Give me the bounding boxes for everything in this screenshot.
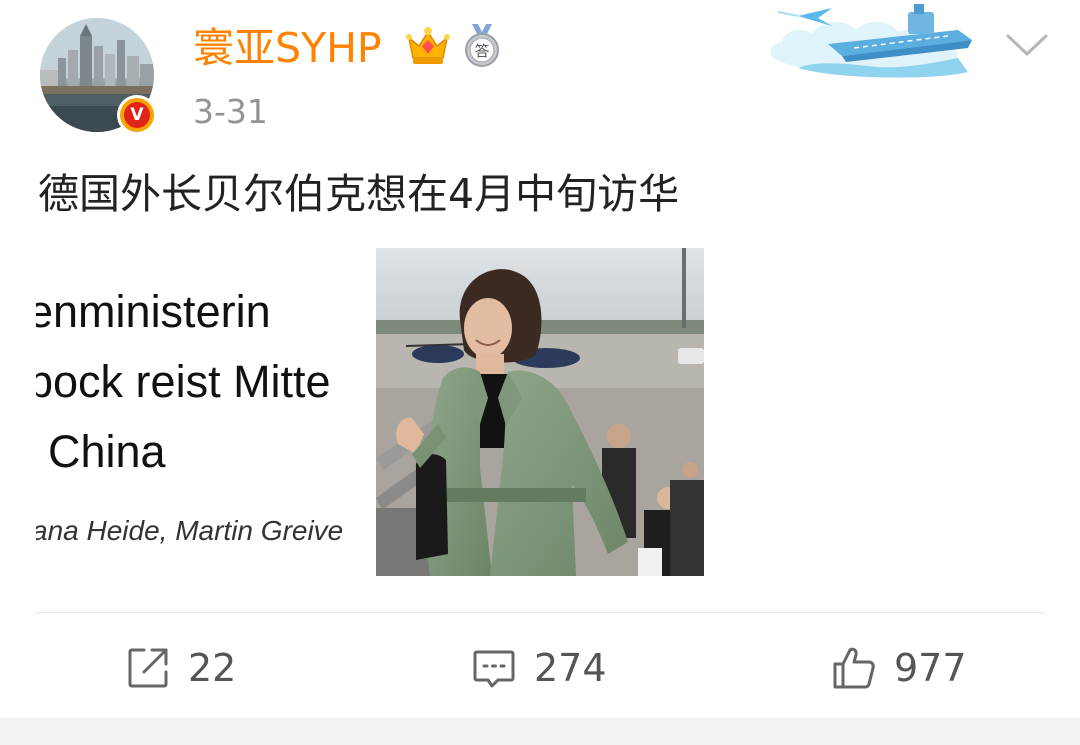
chevron-down-icon[interactable] (1004, 30, 1050, 60)
post-image[interactable]: enministerin bock reist Mitte China ana … (36, 248, 704, 576)
author-name[interactable]: 寰亚SYHP (193, 20, 382, 76)
headline-line-2: bock reist Mitte (36, 356, 331, 407)
like-button[interactable]: 977 (832, 640, 967, 696)
repost-icon (126, 646, 170, 690)
action-divider (36, 612, 1044, 613)
repost-button[interactable]: 22 (126, 640, 236, 696)
card-decoration-icon (758, 0, 998, 84)
verified-v-icon: V (117, 95, 157, 135)
comment-count: 274 (534, 646, 607, 690)
medal-text: 答 (474, 42, 489, 60)
bottom-separator-band (0, 718, 1080, 745)
thumbs-up-icon (832, 646, 876, 690)
comment-button[interactable]: 274 (472, 640, 607, 696)
answer-medal-icon[interactable]: 答 (462, 24, 502, 68)
post-body-text: 德国外长贝尔伯克想在4月中旬访华 (38, 170, 680, 218)
headline-line-1: enministerin (36, 286, 271, 337)
post-timestamp: 3-31 (193, 92, 268, 131)
comment-icon (472, 646, 516, 690)
article-headline-crop: enministerin bock reist Mitte China ana … (36, 248, 376, 576)
verified-badge-letter: V (124, 102, 150, 128)
weibo-post-card: V 寰亚SYHP 答 3-31 德国外长贝尔伯克想在4月中旬访华 enminis… (0, 0, 1080, 745)
repost-count: 22 (188, 646, 237, 690)
woman-boarding-plane-photo (376, 248, 704, 576)
headline-line-3: China (48, 426, 166, 477)
article-byline: ana Heide, Martin Greive (36, 515, 344, 546)
like-count: 977 (894, 646, 967, 690)
vip-crown-icon[interactable] (405, 24, 451, 68)
